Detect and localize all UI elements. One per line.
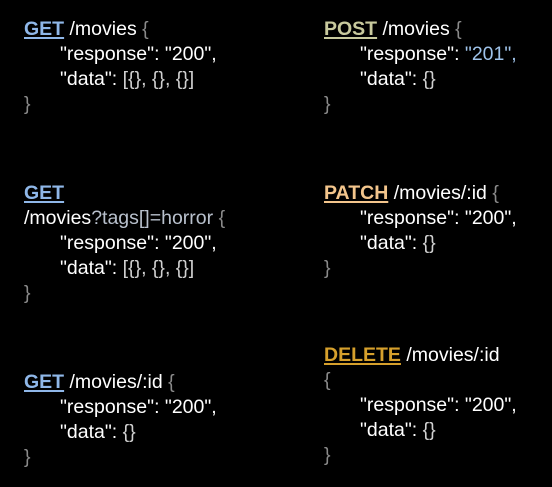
response-line: "response": "201", — [324, 42, 517, 67]
response-key: "response": — [360, 43, 460, 65]
method-get: GET — [24, 182, 65, 204]
method-patch: PATCH — [324, 182, 389, 204]
data-value: {} — [422, 232, 436, 254]
response-key: "response": — [360, 207, 460, 229]
data-key: "data": — [60, 421, 118, 443]
data-line: "data": {} — [24, 420, 217, 445]
method-get: GET — [24, 18, 65, 40]
data-line: "data": {} — [324, 418, 517, 443]
response-key: "response": — [60, 43, 160, 65]
data-line: "data": [{}, {}, {}] — [24, 256, 225, 281]
open-brace: { — [324, 369, 331, 391]
endpoint-header: GET /movies { — [24, 17, 217, 42]
endpoint-get-movies: GET /movies { "response": "200", "data":… — [24, 17, 217, 117]
open-brace: { — [455, 18, 462, 40]
response-value: "201", — [464, 43, 517, 65]
data-value: [{}, {}, {}] — [122, 68, 195, 90]
close-brace: } — [24, 93, 31, 115]
data-value: [{}, {}, {}] — [122, 257, 195, 279]
endpoint-path: /movies/:id — [406, 344, 500, 366]
open-brace: { — [142, 18, 149, 40]
data-line: "data": {} — [324, 231, 517, 256]
endpoint-header: GET — [24, 181, 225, 206]
close-brace: } — [24, 446, 31, 468]
data-value: {} — [422, 419, 436, 441]
endpoint-header: GET /movies/:id { — [24, 370, 217, 395]
data-key: "data": — [360, 68, 418, 90]
response-line: "response": "200", — [24, 231, 225, 256]
endpoint-get-movie: GET /movies/:id { "response": "200", "da… — [24, 370, 217, 470]
response-line: "response": "200", — [24, 395, 217, 420]
open-brace: { — [168, 371, 175, 393]
endpoint-patch-movie: PATCH /movies/:id { "response": "200", "… — [324, 181, 517, 281]
response-key: "response": — [60, 232, 160, 254]
data-key: "data": — [60, 68, 118, 90]
endpoint-header: POST /movies { — [324, 17, 517, 42]
endpoint-path: /movies — [69, 18, 137, 40]
open-brace: { — [492, 182, 499, 204]
response-value: "200", — [464, 207, 517, 229]
method-delete: DELETE — [324, 344, 401, 366]
endpoint-path: /movies/:id — [393, 182, 487, 204]
response-value: "200", — [164, 232, 217, 254]
endpoint-path: /movies/:id — [69, 371, 163, 393]
close-brace: } — [324, 257, 331, 279]
method-get: GET — [24, 371, 65, 393]
endpoint-path-line: /movies?tags[]=horror { — [24, 206, 225, 231]
data-key: "data": — [360, 232, 418, 254]
close-brace: } — [324, 93, 331, 115]
open-brace: { — [218, 207, 226, 229]
data-value: {} — [422, 68, 436, 90]
response-value: "200", — [464, 394, 517, 416]
response-key: "response": — [360, 394, 460, 416]
data-line: "data": [{}, {}, {}] — [24, 67, 217, 92]
endpoint-delete-movie: DELETE /movies/:id { "response": "200", … — [324, 343, 517, 468]
response-line: "response": "200", — [324, 206, 517, 231]
endpoint-query: ?tags[]=horror — [91, 207, 214, 229]
endpoint-path: /movies — [382, 18, 450, 40]
response-line: "response": "200", — [324, 393, 517, 418]
endpoint-post-movies: POST /movies { "response": "201", "data"… — [324, 17, 517, 117]
data-key: "data": — [360, 419, 418, 441]
response-value: "200", — [164, 43, 217, 65]
endpoint-header: PATCH /movies/:id { — [324, 181, 517, 206]
close-brace: } — [324, 444, 331, 466]
method-post: POST — [324, 18, 378, 40]
data-line: "data": {} — [324, 67, 517, 92]
response-key: "response": — [60, 396, 160, 418]
data-key: "data": — [60, 257, 118, 279]
endpoint-path: /movies — [24, 207, 92, 229]
endpoint-get-movies-by-tag: GET /movies?tags[]=horror { "response": … — [24, 181, 225, 306]
endpoint-header: DELETE /movies/:id — [324, 343, 517, 368]
response-line: "response": "200", — [24, 42, 217, 67]
response-value: "200", — [164, 396, 217, 418]
close-brace: } — [24, 282, 31, 304]
data-value: {} — [122, 421, 136, 443]
